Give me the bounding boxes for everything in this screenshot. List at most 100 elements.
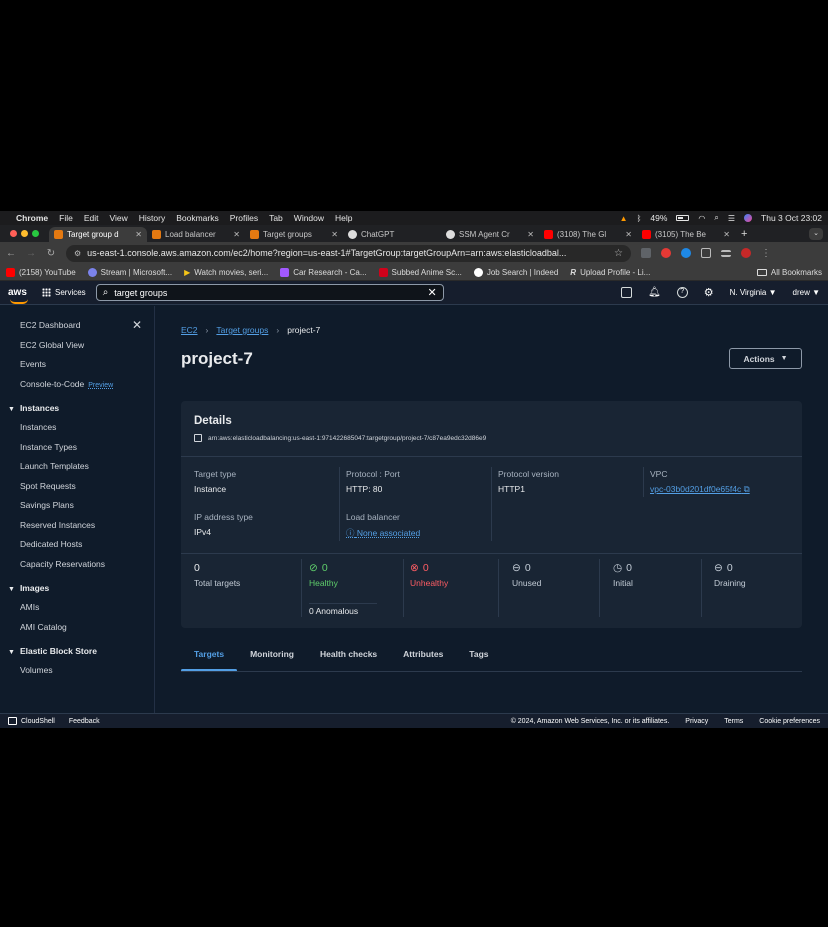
control-center-icon[interactable]: ☰ [728, 214, 735, 223]
menu-history[interactable]: History [139, 213, 165, 223]
bookmark-indeed[interactable]: Job Search | Indeed [473, 267, 558, 277]
menu-edit[interactable]: Edit [84, 213, 99, 223]
bookmark-stream[interactable]: Stream | Microsoft... [87, 267, 172, 277]
tab-attributes[interactable]: Attributes [390, 646, 456, 672]
vlc-icon[interactable]: ▲ [620, 214, 628, 223]
menu-file[interactable]: File [59, 213, 73, 223]
search-input[interactable]: ⌕ target groups ✕ [95, 284, 444, 301]
tab-tags[interactable]: Tags [456, 646, 501, 672]
bluetooth-icon[interactable]: ᛒ [637, 214, 642, 223]
search-value[interactable]: target groups [114, 288, 421, 298]
sidebar-item-ec2-dashboard[interactable]: EC2 Dashboard [0, 316, 154, 336]
user-menu[interactable]: drew ▼ [793, 288, 820, 297]
unused-stat[interactable]: ⊖ 0 Unused [512, 562, 541, 588]
cloudshell-icon[interactable] [621, 287, 633, 298]
menu-window[interactable]: Window [294, 213, 324, 223]
tab-health-checks[interactable]: Health checks [307, 646, 390, 672]
sidebar-section-ebs[interactable]: ▼ Elastic Block Store [0, 641, 154, 661]
address-bar[interactable]: ⚙ us-east-1.console.aws.amazon.com/ec2/h… [66, 244, 631, 262]
window-close-button[interactable] [10, 230, 17, 237]
reading-list-icon[interactable] [721, 249, 731, 257]
bookmark-car-research[interactable]: Car Research - Ca... [280, 267, 367, 277]
menu-chrome[interactable]: Chrome [16, 213, 48, 223]
battery-icon[interactable] [676, 215, 690, 221]
sidebar-item-dedicated-hosts[interactable]: Dedicated Hosts [0, 535, 154, 555]
chrome-menu-icon[interactable]: ⋮ [761, 248, 771, 259]
sidebar-section-instances[interactable]: ▼ Instances [0, 398, 154, 418]
browser-tab[interactable]: Load balancer ✕ [147, 227, 245, 242]
vpc-link[interactable]: vpc-03b0d201df0e65f4c ⧉ [650, 484, 750, 495]
menu-tab[interactable]: Tab [269, 213, 283, 223]
new-tab-icon[interactable]: + [741, 228, 747, 240]
sidebar-item-amis[interactable]: AMIs [0, 598, 154, 618]
tab-monitoring[interactable]: Monitoring [237, 646, 307, 672]
sidebar-item-instance-types[interactable]: Instance Types [0, 438, 154, 458]
sidebar-item-ec2-global-view[interactable]: EC2 Global View [0, 336, 154, 356]
browser-tab[interactable]: ChatGPT [343, 227, 441, 242]
aws-logo[interactable]: aws [8, 287, 32, 304]
tab-search-chevron-icon[interactable]: ⌄ [809, 228, 823, 240]
url-text[interactable]: us-east-1.console.aws.amazon.com/ec2/hom… [87, 248, 608, 258]
cookie-preferences-link[interactable]: Cookie preferences [759, 718, 820, 725]
clear-search-icon[interactable]: ✕ [427, 286, 436, 299]
breadcrumb-ec2[interactable]: EC2 [181, 325, 198, 335]
browser-tab[interactable]: (3105) The Be ✕ [637, 227, 735, 242]
feedback-link[interactable]: Feedback [69, 718, 100, 725]
settings-gear-icon[interactable]: ⚙ [704, 286, 714, 299]
browser-tab[interactable]: Target groups ✕ [245, 227, 343, 242]
unhealthy-stat[interactable]: ⊗ 0 Unhealthy [410, 562, 448, 588]
bookmark-star-icon[interactable]: ☆ [614, 248, 623, 259]
browser-tab[interactable]: SSM Agent Cr ✕ [441, 227, 539, 242]
siri-icon[interactable] [744, 214, 753, 222]
clock-datetime[interactable]: Thu 3 Oct 23:02 [761, 213, 822, 223]
sidebar-item-console-to-code[interactable]: Console-to-Code Preview [0, 375, 154, 395]
sidebar-item-capacity-reservations[interactable]: Capacity Reservations [0, 555, 154, 575]
bookmark-movies[interactable]: ▶ Watch movies, seri... [184, 268, 268, 277]
sidebar-item-reserved-instances[interactable]: Reserved Instances [0, 516, 154, 536]
sidebar-item-savings-plans[interactable]: Savings Plans [0, 496, 154, 516]
sidebar-section-images[interactable]: ▼ Images [0, 578, 154, 598]
forward-arrow-icon[interactable]: → [26, 248, 36, 259]
sidebar-item-instances[interactable]: Instances [0, 418, 154, 438]
browser-tab[interactable]: Target group d ✕ [49, 227, 147, 242]
back-arrow-icon[interactable]: ← [6, 248, 16, 259]
browser-tab[interactable]: (3108) The Gl ✕ [539, 227, 637, 242]
bookmark-anime[interactable]: Subbed Anime Sc... [378, 267, 462, 277]
sidebar-item-events[interactable]: Events [0, 355, 154, 375]
draining-stat[interactable]: ⊖ 0 Draining [714, 562, 746, 588]
load-balancer-popover[interactable]: ⓘ None associated [346, 527, 420, 539]
menu-help[interactable]: Help [335, 213, 352, 223]
search-icon[interactable]: ⌕ [714, 213, 718, 223]
menu-view[interactable]: View [109, 213, 127, 223]
window-maximize-button[interactable] [32, 230, 39, 237]
copy-icon[interactable] [194, 434, 202, 442]
menu-bookmarks[interactable]: Bookmarks [176, 213, 219, 223]
region-selector[interactable]: N. Virginia ▼ [730, 288, 777, 297]
wifi-icon[interactable]: ◠ [698, 214, 705, 223]
extensions-puzzle-icon[interactable] [701, 248, 711, 258]
sidebar-item-volumes[interactable]: Volumes [0, 661, 154, 681]
bookmark-upload-profile[interactable]: R Upload Profile - Li... [570, 268, 650, 277]
all-bookmarks[interactable]: All Bookmarks [756, 268, 822, 277]
reload-icon[interactable]: ↻ [46, 248, 56, 259]
close-sidebar-icon[interactable]: ✕ [132, 318, 142, 332]
tab-targets[interactable]: Targets [181, 646, 238, 672]
extension-icon[interactable] [681, 248, 691, 258]
extension-icon[interactable] [641, 248, 651, 258]
tab-close-icon[interactable]: ✕ [527, 230, 534, 239]
breadcrumb-target-groups[interactable]: Target groups [216, 325, 268, 335]
sidebar-item-spot-requests[interactable]: Spot Requests [0, 477, 154, 497]
privacy-link[interactable]: Privacy [685, 718, 708, 725]
tab-close-icon[interactable]: ✕ [331, 230, 338, 239]
services-button[interactable]: Services [42, 288, 86, 297]
sidebar-item-launch-templates[interactable]: Launch Templates [0, 457, 154, 477]
terms-link[interactable]: Terms [724, 718, 743, 725]
help-icon[interactable]: ? [676, 287, 688, 298]
window-minimize-button[interactable] [21, 230, 28, 237]
extension-icon[interactable] [661, 248, 671, 258]
actions-button[interactable]: Actions ▼ [729, 348, 802, 369]
site-info-icon[interactable]: ⚙ [74, 249, 81, 258]
notifications-bell-icon[interactable]: 🔔︎ [648, 287, 661, 298]
bookmark-youtube[interactable]: (2158) YouTube [6, 267, 76, 277]
tab-close-icon[interactable]: ✕ [723, 230, 730, 239]
